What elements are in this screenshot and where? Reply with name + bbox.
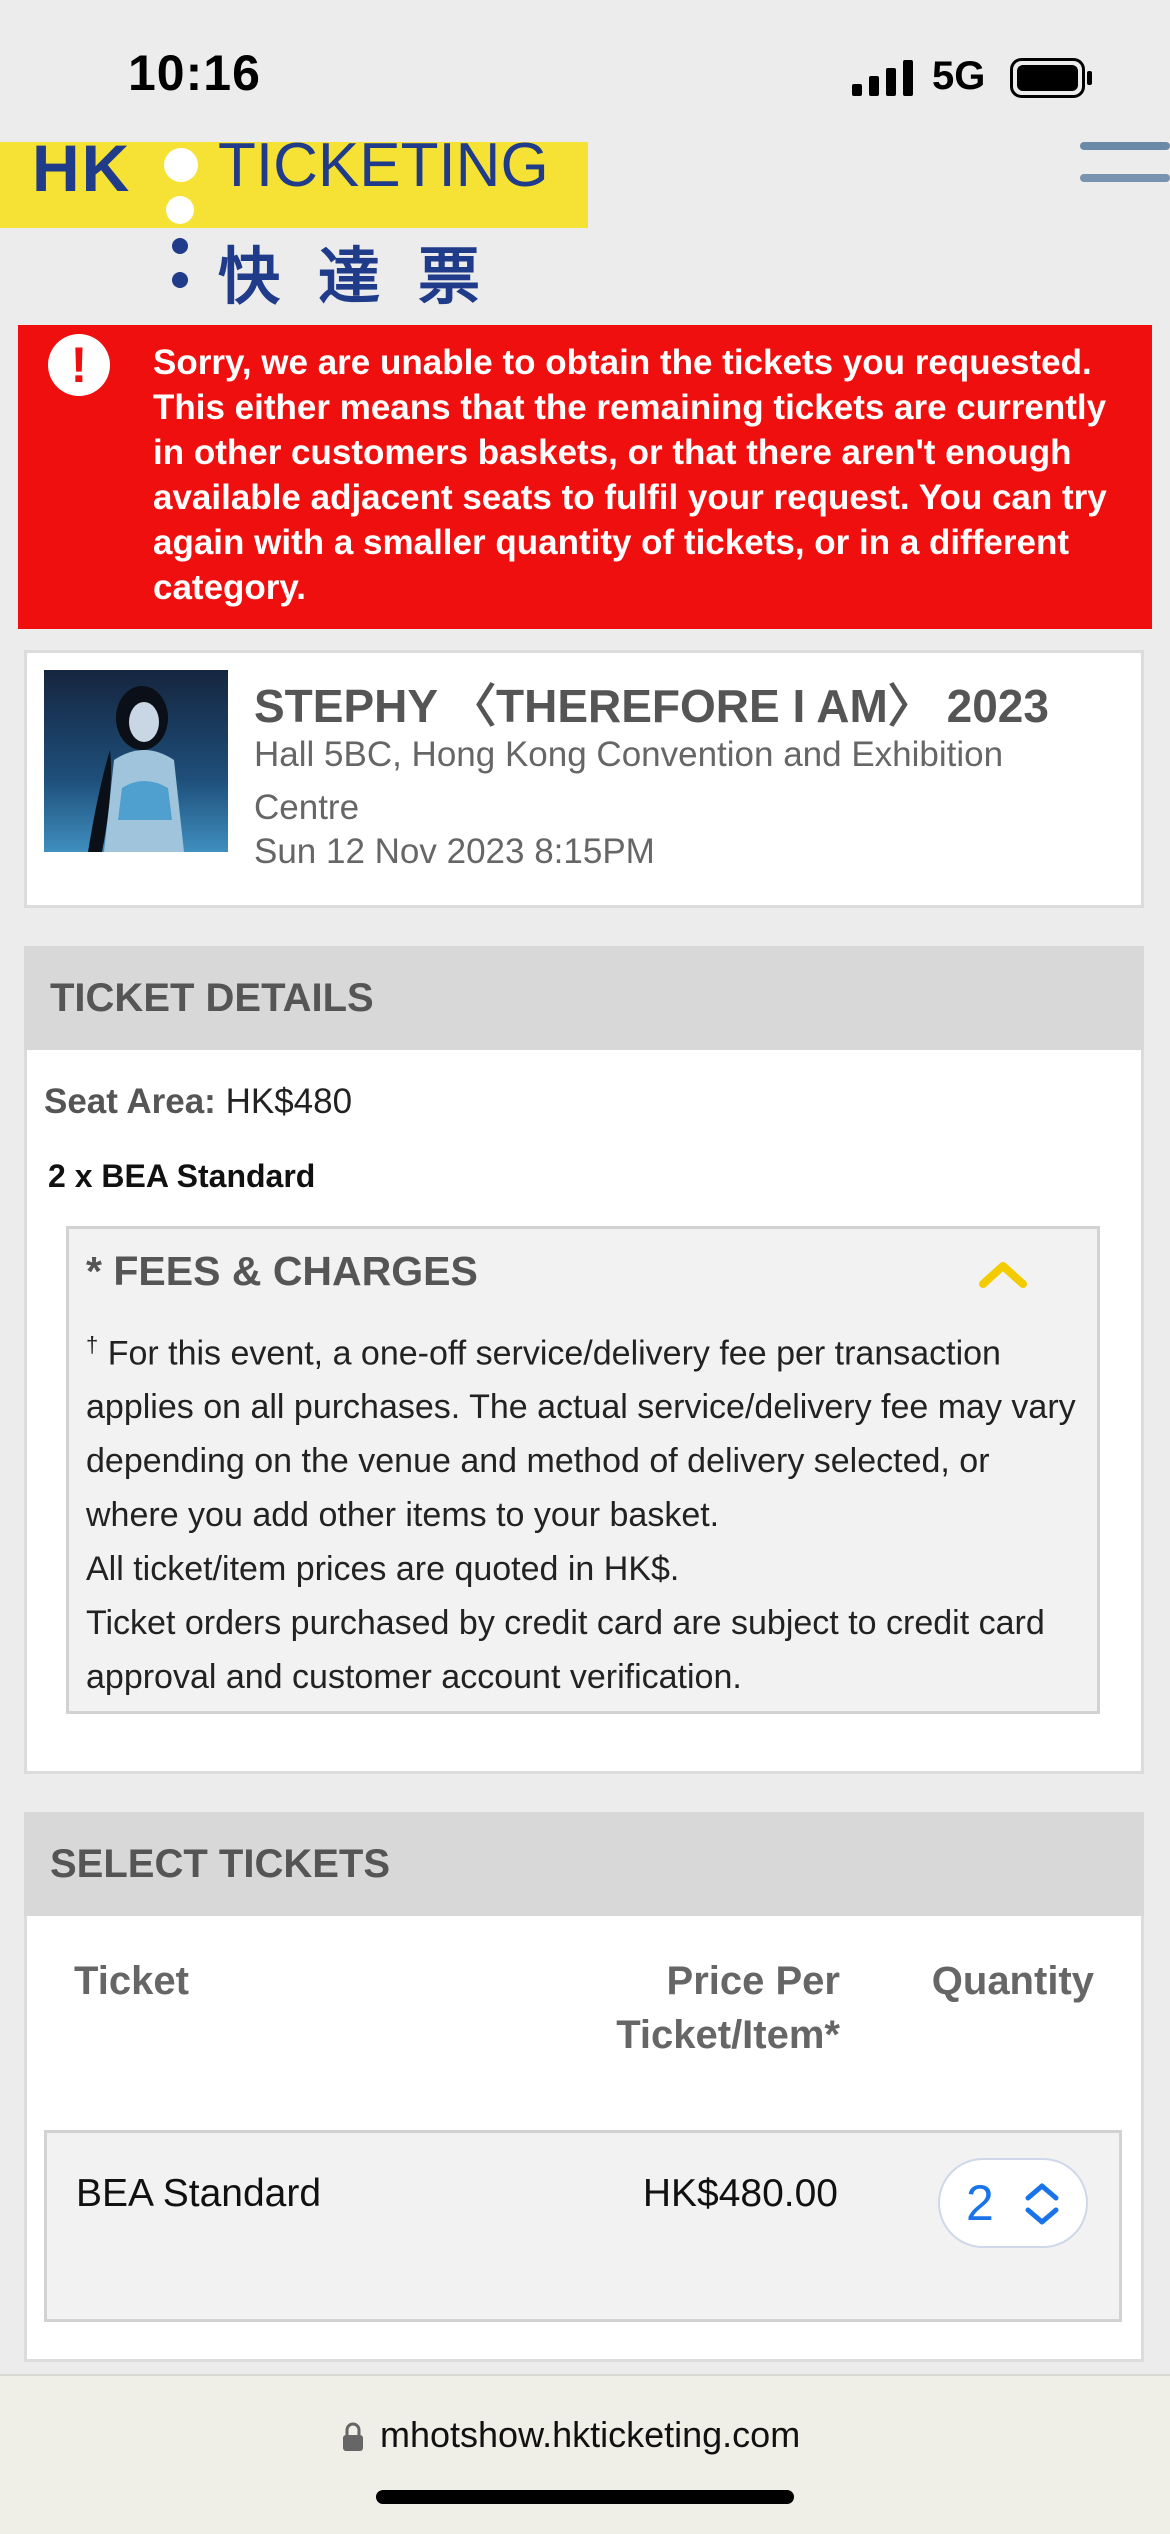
dagger-mark: † [86, 1332, 99, 1357]
ticket-type-name: BEA Standard [76, 2172, 322, 2215]
ticket-details-heading: TICKET DETAILS [50, 976, 374, 1020]
logo-dot [166, 196, 194, 224]
quantity-select[interactable] [938, 2158, 1088, 2248]
event-date: Sun 12 Nov 2023 8:15PM [254, 832, 655, 871]
fees-line-2: All ticket/item prices are quoted in HK$… [86, 1550, 680, 1589]
chevron-up-icon[interactable] [978, 1258, 1028, 1288]
browser-url[interactable]: mhotshow.hkticketing.com [380, 2414, 800, 2456]
seat-area: Seat Area: HK$480 [44, 1082, 352, 1122]
event-venue: Hall 5BC, Hong Kong Convention and Exhib… [254, 735, 1004, 827]
seat-area-value: HK$480 [225, 1082, 353, 1121]
logo-ticketing-text: TICKETING [218, 131, 549, 200]
ticket-price: HK$480.00 [642, 2172, 838, 2215]
fees-line-1-text: For this event, a one-off service/delive… [86, 1334, 1076, 1535]
logo-dot [172, 272, 188, 288]
fees-charges-heading: * FEES & CHARGES [86, 1248, 478, 1294]
event-poster-image [44, 670, 228, 852]
cellular-signal-icon [852, 60, 913, 96]
battery-icon [1010, 58, 1092, 98]
column-header-price: Price Per Ticket/Item* [616, 1959, 840, 2057]
error-message: Sorry, we are unable to obtain the ticke… [153, 343, 1107, 607]
seat-area-label: Seat Area: [44, 1082, 216, 1121]
logo-dot [172, 238, 188, 254]
logo-chinese-text: 快達票 [218, 243, 519, 312]
exclamation-icon: ! [48, 334, 110, 396]
column-header-quantity: Quantity [931, 1959, 1094, 2003]
select-tickets-heading: SELECT TICKETS [50, 1842, 391, 1886]
quantity-value[interactable]: 2 [966, 2174, 994, 2232]
column-header-ticket: Ticket [74, 1959, 189, 2003]
status-time: 10:16 [128, 45, 261, 101]
logo-dot [164, 148, 198, 182]
logo-hk-text: HK [32, 131, 132, 205]
home-indicator[interactable] [376, 2490, 794, 2504]
fees-line-1: † For this event, a one-off service/deli… [86, 1318, 1086, 1542]
ticket-summary: 2 x BEA Standard [48, 1158, 316, 1194]
fees-line-3: Ticket orders purchased by credit card a… [86, 1604, 1045, 1697]
lock-icon [343, 2422, 363, 2451]
event-title: STEPHY 〈THEREFORE I AM〉 2023 [254, 680, 1049, 732]
chevron-up-down-icon[interactable] [1022, 2182, 1062, 2226]
network-type: 5G [932, 54, 986, 98]
hamburger-menu-icon[interactable] [1080, 142, 1170, 190]
fees-charges-text: † For this event, a one-off service/deli… [86, 1318, 1086, 1704]
